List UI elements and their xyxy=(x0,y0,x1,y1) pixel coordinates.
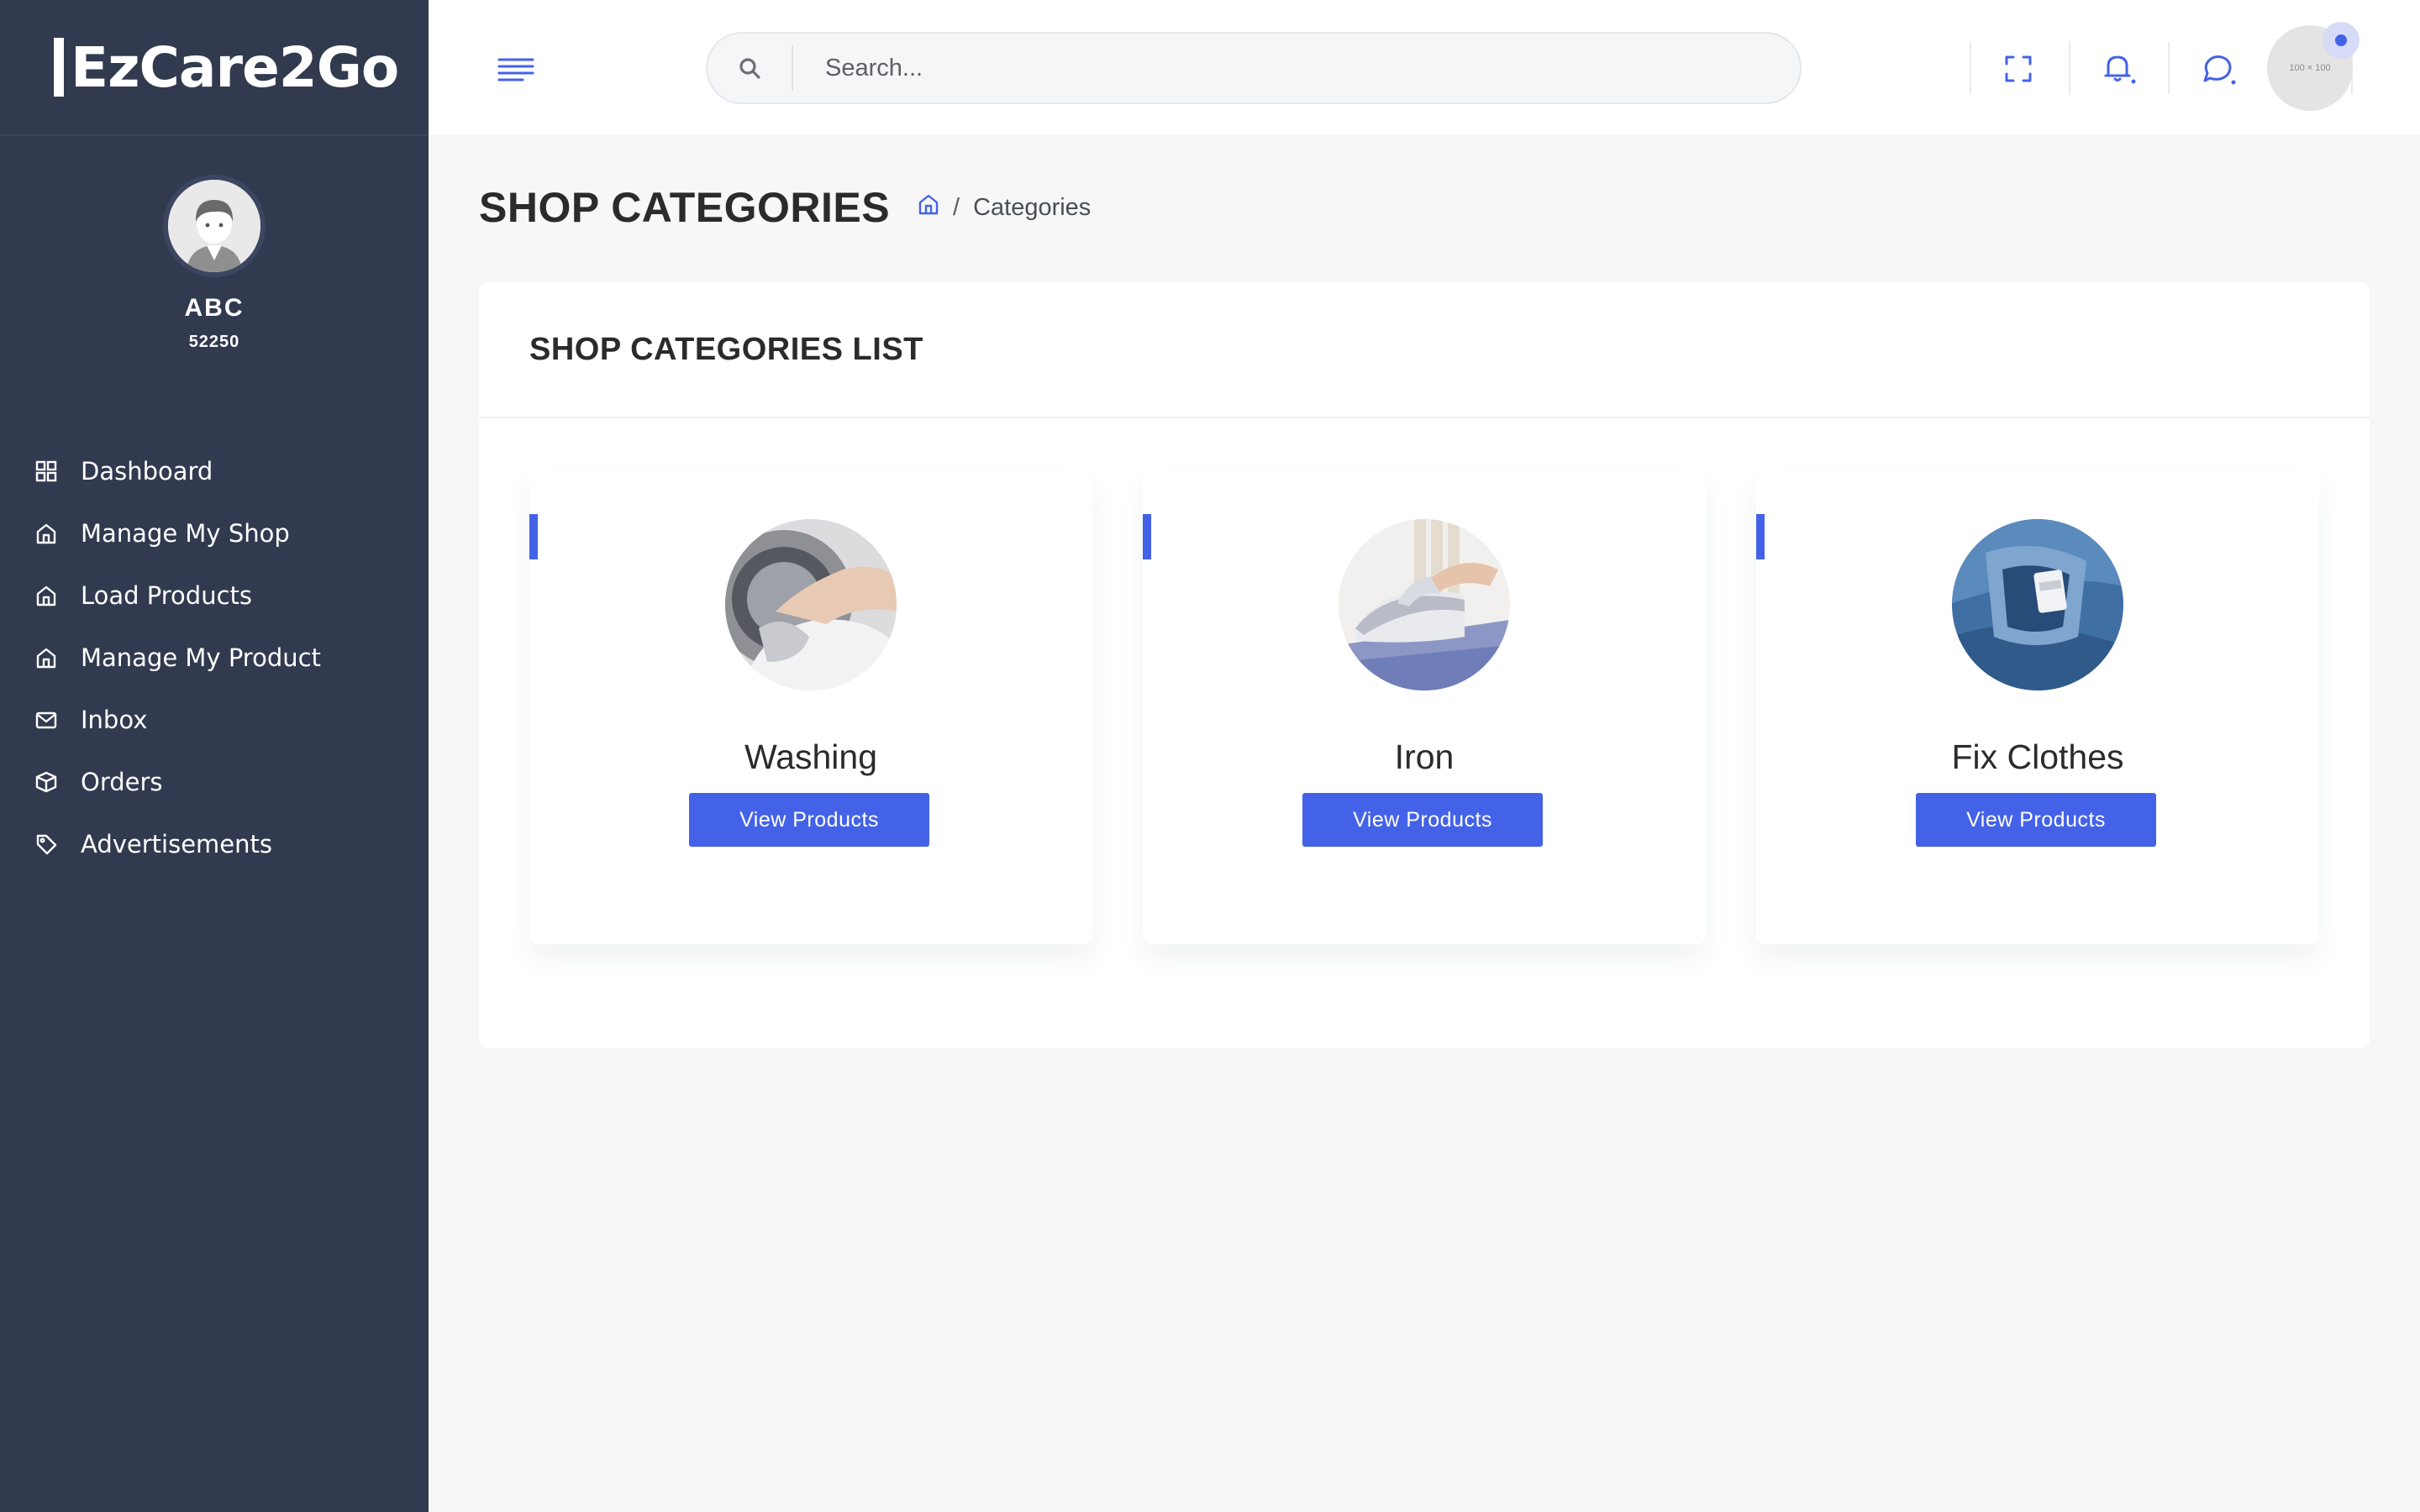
sidebar-nav: Dashboard Manage My Shop Load Products M… xyxy=(0,440,429,875)
view-products-button[interactable]: View Products xyxy=(689,793,929,847)
sidebar-item-label: Load Products xyxy=(81,581,253,610)
grid-icon xyxy=(34,459,59,484)
category-accent-bar xyxy=(1143,514,1151,559)
breadcrumb: / Categories xyxy=(918,193,1091,222)
sidebar-item-label: Manage My Product xyxy=(81,643,321,672)
sidebar-item-load-products[interactable]: Load Products xyxy=(0,564,429,627)
header-divider xyxy=(1970,42,1971,94)
search-input[interactable] xyxy=(793,54,1718,82)
home-icon xyxy=(34,645,59,670)
search-icon[interactable] xyxy=(708,45,793,91)
home-icon xyxy=(34,521,59,546)
menu-toggle-icon[interactable] xyxy=(497,57,534,82)
card-title: SHOP CATEGORIES LIST xyxy=(529,331,923,367)
brand-bar xyxy=(54,38,64,97)
brand-logo[interactable]: EzCare2Go xyxy=(0,0,429,136)
sidebar-item-label: Manage My Shop xyxy=(81,519,290,548)
sidebar-item-label: Inbox xyxy=(81,706,148,734)
category-accent-bar xyxy=(529,514,538,559)
profile-name: ABC xyxy=(184,294,245,322)
header-divider xyxy=(2168,42,2170,94)
breadcrumb-current: Categories xyxy=(973,193,1092,221)
category-name: Iron xyxy=(1394,738,1455,776)
tag-icon xyxy=(34,832,59,857)
search-bar xyxy=(706,32,1802,104)
bell-icon[interactable] xyxy=(2099,49,2139,89)
box-icon xyxy=(34,769,59,795)
chat-icon[interactable] xyxy=(2198,49,2238,89)
profile: ABC 52250 xyxy=(0,136,429,352)
category-card-washing: Washing View Products xyxy=(529,469,1092,944)
page-title: SHOP CATEGORIES xyxy=(479,184,891,231)
profile-id: 52250 xyxy=(188,333,240,351)
categories-card: SHOP CATEGORIES LIST Washing View Produc… xyxy=(479,282,2370,1048)
category-name: Washing xyxy=(744,738,877,776)
fix-clothes-image xyxy=(1952,519,2123,690)
home-icon xyxy=(34,583,59,608)
sidebar-item-manage-my-shop[interactable]: Manage My Shop xyxy=(0,502,429,564)
category-name: Fix Clothes xyxy=(1951,738,2124,776)
top-header: 100 × 100 xyxy=(429,0,2420,134)
breadcrumb-separator: / xyxy=(953,193,960,221)
sidebar-item-dashboard[interactable]: Dashboard xyxy=(0,440,429,502)
profile-avatar[interactable] xyxy=(163,175,266,277)
category-card-iron: Iron View Products xyxy=(1143,469,1706,944)
online-status-indicator xyxy=(2323,22,2360,59)
category-card-fix-clothes: Fix Clothes View Products xyxy=(1756,469,2319,944)
view-products-button[interactable]: View Products xyxy=(1916,793,2156,847)
sidebar-item-label: Advertisements xyxy=(81,830,272,858)
header-divider xyxy=(2069,42,2070,94)
view-products-button[interactable]: View Products xyxy=(1302,793,1543,847)
sidebar-item-orders[interactable]: Orders xyxy=(0,751,429,813)
brand-name: EzCare2Go xyxy=(71,34,399,100)
home-icon[interactable] xyxy=(918,193,939,222)
iron-image xyxy=(1339,519,1510,690)
category-accent-bar xyxy=(1756,514,1765,559)
sidebar-item-label: Dashboard xyxy=(81,457,213,486)
card-header: SHOP CATEGORIES LIST xyxy=(479,282,2370,418)
sidebar-item-advertisements[interactable]: Advertisements xyxy=(0,813,429,875)
sidebar-item-label: Orders xyxy=(81,768,163,796)
sidebar: EzCare2Go ABC 52250 Dashboard Manage My … xyxy=(0,0,429,1512)
sidebar-item-manage-my-product[interactable]: Manage My Product xyxy=(0,627,429,689)
category-grid: Washing View Products Iron View Products… xyxy=(529,469,2319,944)
sidebar-item-inbox[interactable]: Inbox xyxy=(0,689,429,751)
washing-image xyxy=(725,519,897,690)
mail-icon xyxy=(34,707,59,732)
user-avatar-icon xyxy=(168,180,260,272)
fullscreen-icon[interactable] xyxy=(1998,49,2039,89)
